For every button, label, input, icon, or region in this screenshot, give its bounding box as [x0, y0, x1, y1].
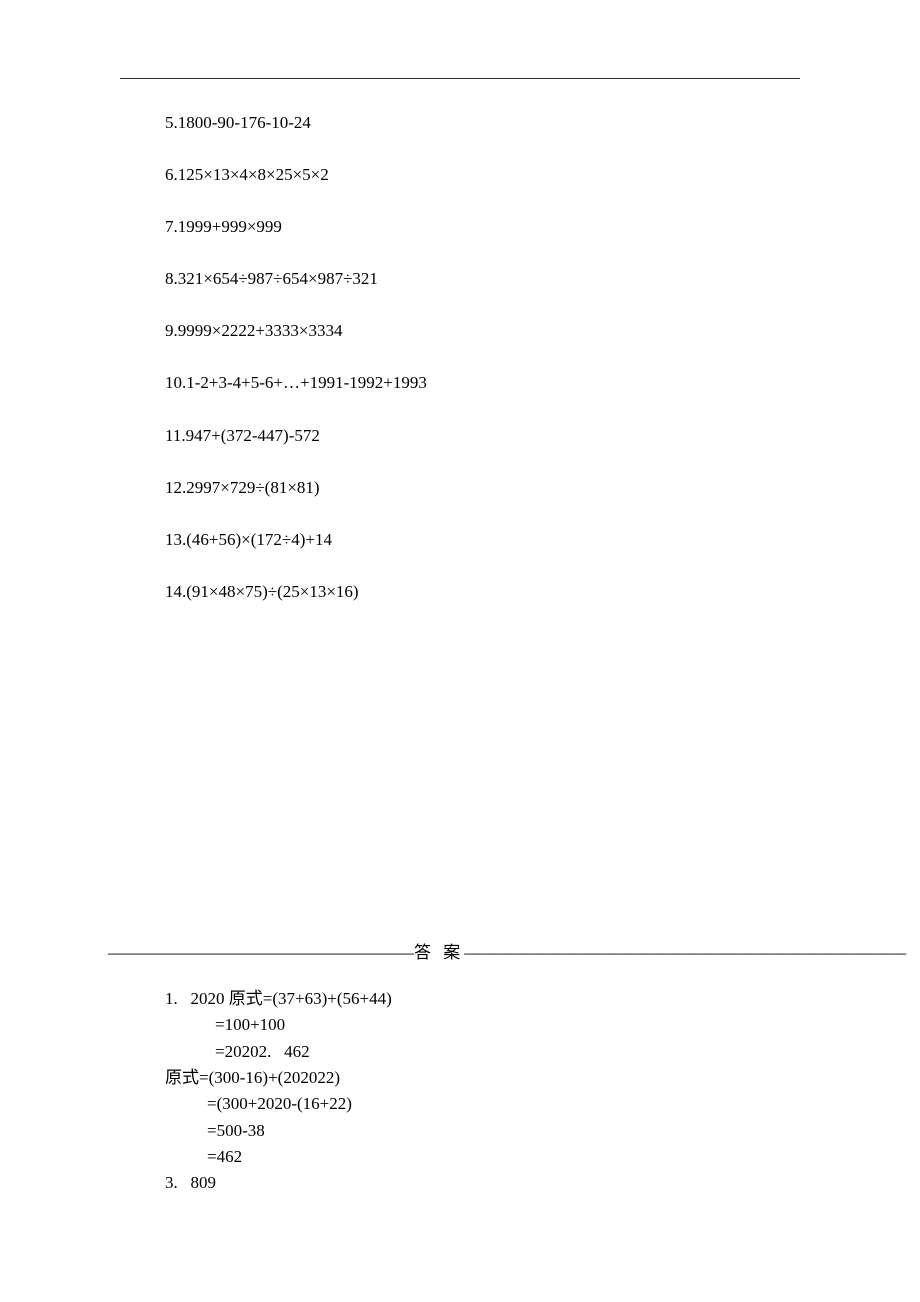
answer-2-line-1: 原式=(300-16)+(202022): [165, 1065, 765, 1091]
problem-14: 14.(91×48×75)÷(25×13×16): [165, 581, 765, 603]
problem-6: 6.125×13×4×8×25×5×2: [165, 164, 765, 186]
answer-1-line-3: =20202. 462: [165, 1039, 765, 1065]
problem-13: 13.(46+56)×(172÷4)+14: [165, 529, 765, 551]
answer-2-line-3: =500-38: [165, 1118, 765, 1144]
problem-10: 10.1-2+3-4+5-6+…+1991-1992+1993: [165, 372, 765, 394]
answer-2-line-4: =462: [165, 1144, 765, 1170]
problems-list: 5.1800-90-176-10-24 6.125×13×4×8×25×5×2 …: [165, 112, 765, 633]
problem-8: 8.321×654÷987÷654×987÷321: [165, 268, 765, 290]
problem-11: 11.947+(372-447)-572: [165, 425, 765, 447]
answer-1-line-1: 1. 2020 原式=(37+63)+(56+44): [165, 986, 765, 1012]
divider-dash-left: ——————————————————: [108, 943, 414, 962]
answer-1-line-2: =100+100: [165, 1012, 765, 1038]
page-top-rule: [120, 78, 800, 79]
problem-7: 7.1999+999×999: [165, 216, 765, 238]
problem-5: 5.1800-90-176-10-24: [165, 112, 765, 134]
divider-label: 答 案: [414, 943, 464, 962]
answer-2-line-2: =(300+2020-(16+22): [165, 1091, 765, 1117]
divider-dash-right: ——————————————————————————: [464, 943, 906, 962]
problem-9: 9.9999×2222+3333×3334: [165, 320, 765, 342]
answers-divider: ——————————————————答 案———————————————————…: [108, 938, 828, 963]
answer-3-line-1: 3. 809: [165, 1170, 765, 1196]
answers-block: 1. 2020 原式=(37+63)+(56+44) =100+100 =202…: [165, 986, 765, 1197]
problem-12: 12.2997×729÷(81×81): [165, 477, 765, 499]
